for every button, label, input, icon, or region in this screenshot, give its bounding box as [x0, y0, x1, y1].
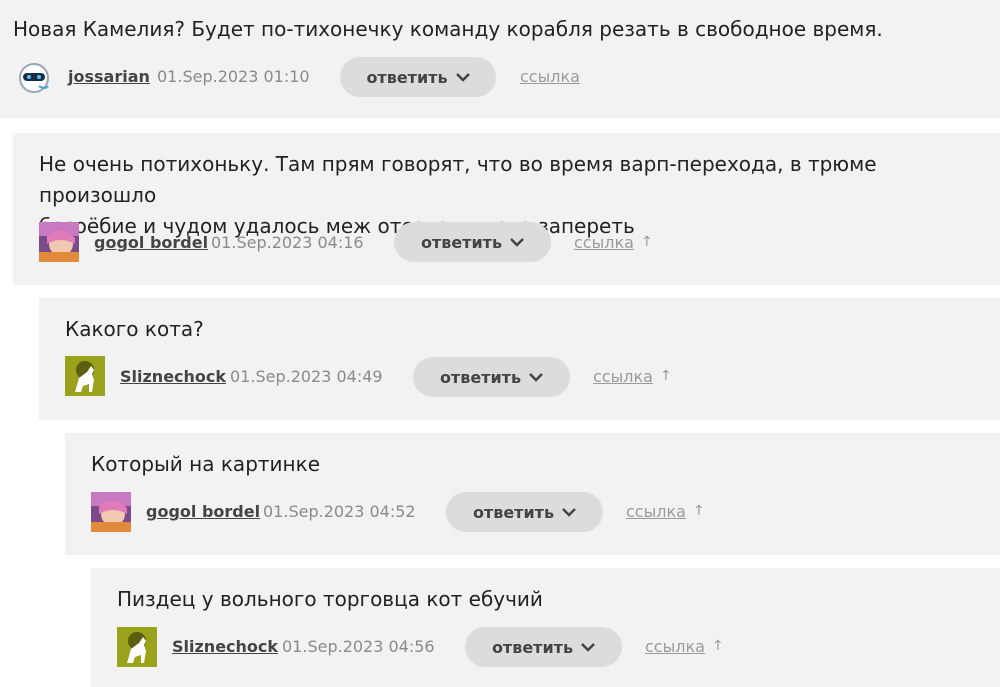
chevron-down-icon — [581, 642, 595, 652]
comment: Новая Камелия? Будет по-тихонечку команд… — [0, 0, 1000, 118]
reply-label: ответить — [366, 67, 448, 87]
anime-avatar-icon[interactable] — [39, 222, 79, 262]
comment-date: 01.Sep.2023 04:56 — [282, 637, 435, 656]
chevron-down-icon — [510, 237, 524, 247]
reply-label: ответить — [472, 502, 555, 522]
comment: Какого кота? Sliznechock 01.Sep.2023 04:… — [39, 298, 1000, 420]
permalink[interactable]: ссылка — [593, 367, 653, 386]
permalink[interactable]: ссылка — [574, 233, 634, 252]
reply-label: ответить — [491, 637, 574, 657]
anime-avatar-icon[interactable] — [91, 492, 131, 532]
comment: Который на картинке gogol bordel 01.Sep.… — [65, 433, 1000, 555]
permalink[interactable]: ссылка — [520, 67, 580, 86]
comment-date: 01.Sep.2023 04:52 — [263, 502, 416, 521]
comment-date: 01.Sep.2023 04:16 — [211, 233, 364, 252]
author-link[interactable]: jossarian — [68, 67, 150, 86]
comment-text: Который на картинке — [91, 452, 320, 476]
reply-button[interactable]: ответить — [465, 627, 622, 667]
comment-date: 01.Sep.2023 04:49 — [230, 367, 383, 386]
chevron-down-icon — [562, 507, 576, 517]
comment-text: Какого кота? — [65, 317, 204, 341]
comment-text: Пиздец у вольного торговца кот ебучий — [117, 587, 543, 611]
author-link[interactable]: gogol bordel — [94, 233, 208, 252]
comment: Не очень потихоньку. Там прям говорят, ч… — [13, 133, 1000, 285]
parent-arrow-icon[interactable]: ↑ — [693, 503, 705, 519]
permalink[interactable]: ссылка — [645, 637, 705, 656]
reply-button[interactable]: ответить — [394, 222, 551, 262]
chevron-down-icon — [455, 72, 470, 82]
reply-label: ответить — [420, 232, 503, 252]
parent-arrow-icon[interactable]: ↑ — [641, 234, 653, 250]
comment: Пиздец у вольного торговца кот ебучий Sl… — [91, 568, 1000, 687]
reply-button[interactable]: ответить — [413, 357, 570, 397]
author-link[interactable]: Sliznechock — [120, 367, 226, 386]
reply-button[interactable]: ответить — [340, 57, 496, 97]
permalink[interactable]: ссылка — [626, 502, 686, 521]
author-link[interactable]: Sliznechock — [172, 637, 278, 656]
comment-text: Новая Камелия? Будет по-тихонечку команд… — [13, 17, 883, 41]
white-dog-avatar-icon[interactable] — [117, 627, 157, 667]
author-link[interactable]: gogol bordel — [146, 502, 260, 521]
reply-button[interactable]: ответить — [446, 492, 603, 532]
reply-label: ответить — [439, 367, 522, 387]
parent-arrow-icon[interactable]: ↑ — [660, 368, 672, 384]
chevron-down-icon — [529, 372, 543, 382]
robot-avatar-icon[interactable] — [15, 58, 55, 98]
white-dog-avatar-icon[interactable] — [65, 356, 105, 396]
comment-date: 01.Sep.2023 01:10 — [157, 67, 310, 86]
parent-arrow-icon[interactable]: ↑ — [712, 638, 724, 654]
